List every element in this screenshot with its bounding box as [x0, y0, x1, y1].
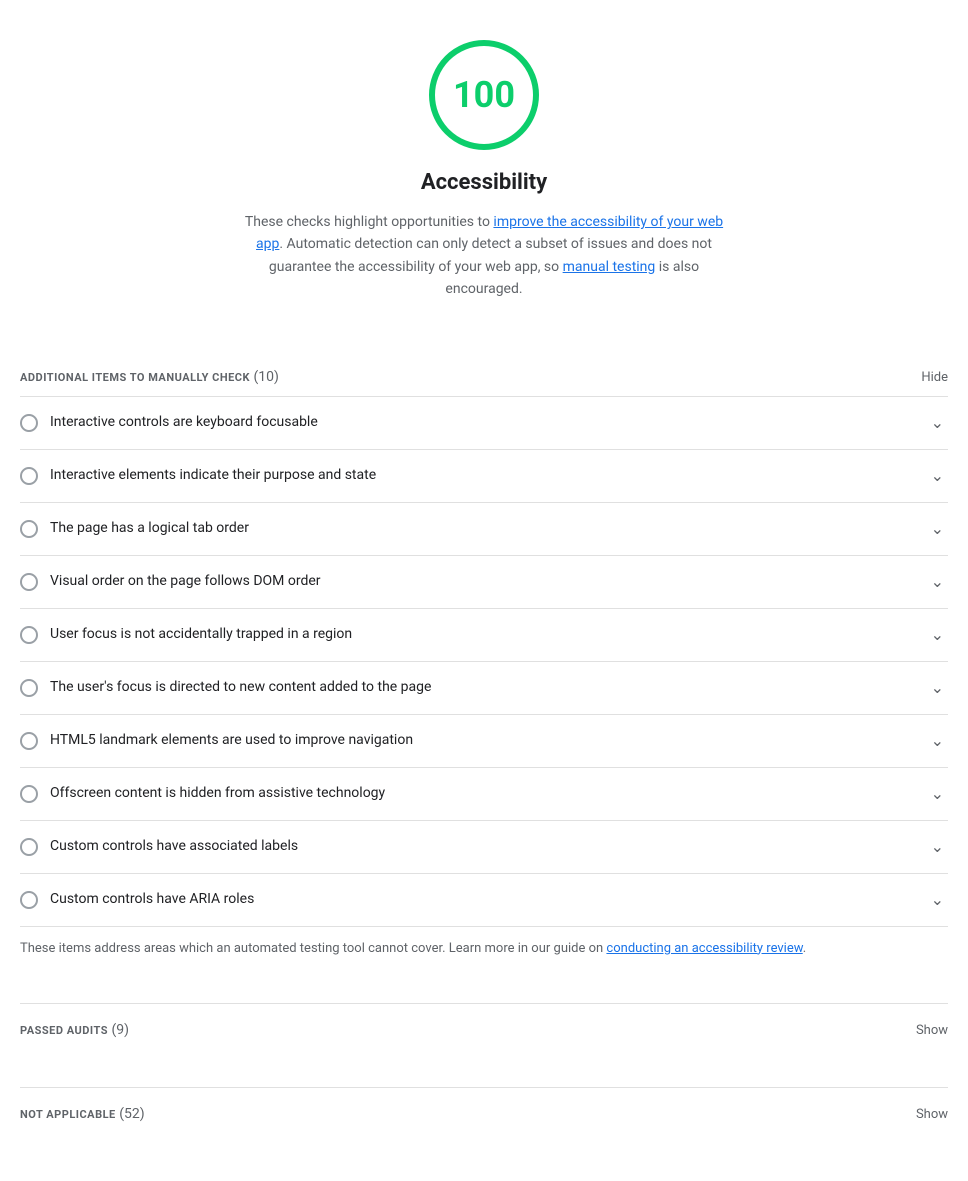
audit-status-icon [20, 414, 38, 432]
audit-item-left: Interactive controls are keyboard focusa… [20, 412, 931, 433]
manual-check-note: These items address areas which an autom… [20, 927, 948, 984]
passed-section-title: PASSED AUDITS [20, 1024, 108, 1037]
audit-status-icon [20, 679, 38, 697]
audit-item-left: Custom controls have ARIA roles [20, 889, 931, 910]
not-applicable-title: NOT APPLICABLE [20, 1108, 116, 1121]
description-prefix: These checks highlight opportunities to [245, 214, 494, 230]
chevron-down-icon: ⌄ [931, 517, 944, 541]
manual-testing-link[interactable]: manual testing [563, 259, 656, 275]
audit-status-icon [20, 520, 38, 538]
audit-item-left: The user's focus is directed to new cont… [20, 677, 931, 698]
score-value: 100 [453, 68, 515, 122]
audit-item-left: Interactive elements indicate their purp… [20, 465, 931, 486]
audit-item[interactable]: Offscreen content is hidden from assisti… [20, 768, 948, 821]
not-applicable-toggle[interactable]: Show [916, 1107, 948, 1122]
passed-audits-section-header: PASSED AUDITS (9) Show [20, 1003, 948, 1057]
audit-item[interactable]: User focus is not accidentally trapped i… [20, 609, 948, 662]
passed-section-toggle[interactable]: Show [916, 1023, 948, 1038]
audit-item-label: HTML5 landmark elements are used to impr… [50, 730, 413, 751]
manual-note-prefix: These items address areas which an autom… [20, 941, 606, 956]
passed-section-count: (9) [111, 1022, 129, 1038]
score-description: These checks highlight opportunities to … [234, 211, 734, 301]
accessibility-review-link[interactable]: conducting an accessibility review [606, 941, 802, 956]
chevron-down-icon: ⌄ [931, 888, 944, 912]
passed-section-title-group: PASSED AUDITS (9) [20, 1020, 129, 1041]
audit-item-left: Visual order on the page follows DOM ord… [20, 571, 931, 592]
audit-status-icon [20, 467, 38, 485]
audit-item-label: Offscreen content is hidden from assisti… [50, 783, 385, 804]
score-title: Accessibility [421, 166, 547, 199]
audit-item-label: User focus is not accidentally trapped i… [50, 624, 352, 645]
audit-item-left: Custom controls have associated labels [20, 836, 931, 857]
chevron-down-icon: ⌄ [931, 676, 944, 700]
chevron-down-icon: ⌄ [931, 464, 944, 488]
audit-item[interactable]: Custom controls have associated labels ⌄ [20, 821, 948, 874]
chevron-down-icon: ⌄ [931, 623, 944, 647]
audit-item[interactable]: The page has a logical tab order ⌄ [20, 503, 948, 556]
score-circle: 100 [429, 40, 539, 150]
manual-check-section-header: ADDITIONAL ITEMS TO MANUALLY CHECK (10) … [20, 351, 948, 396]
audit-item-label: Visual order on the page follows DOM ord… [50, 571, 321, 592]
audit-status-icon [20, 891, 38, 909]
audit-item-left: User focus is not accidentally trapped i… [20, 624, 931, 645]
not-applicable-section-header: NOT APPLICABLE (52) Show [20, 1087, 948, 1141]
audit-item[interactable]: Visual order on the page follows DOM ord… [20, 556, 948, 609]
audit-status-icon [20, 838, 38, 856]
audit-item-label: The user's focus is directed to new cont… [50, 677, 431, 698]
chevron-down-icon: ⌄ [931, 411, 944, 435]
audit-item[interactable]: The user's focus is directed to new cont… [20, 662, 948, 715]
audit-item[interactable]: Interactive controls are keyboard focusa… [20, 397, 948, 450]
audit-item-label: Custom controls have associated labels [50, 836, 298, 857]
audit-status-icon [20, 573, 38, 591]
not-applicable-title-group: NOT APPLICABLE (52) [20, 1104, 145, 1125]
manual-section-toggle[interactable]: Hide [921, 370, 948, 385]
audit-item-left: HTML5 landmark elements are used to impr… [20, 730, 931, 751]
audit-item[interactable]: HTML5 landmark elements are used to impr… [20, 715, 948, 768]
chevron-down-icon: ⌄ [931, 570, 944, 594]
audit-status-icon [20, 732, 38, 750]
audit-status-icon [20, 785, 38, 803]
audit-status-icon [20, 626, 38, 644]
audit-item[interactable]: Custom controls have ARIA roles ⌄ [20, 874, 948, 927]
chevron-down-icon: ⌄ [931, 782, 944, 806]
manual-note-suffix: . [803, 941, 806, 956]
audit-list: Interactive controls are keyboard focusa… [20, 396, 948, 927]
audit-item-label: Interactive elements indicate their purp… [50, 465, 376, 486]
audit-item-label: Interactive controls are keyboard focusa… [50, 412, 318, 433]
chevron-down-icon: ⌄ [931, 835, 944, 859]
not-applicable-count: (52) [119, 1106, 144, 1122]
audit-item-left: Offscreen content is hidden from assisti… [20, 783, 931, 804]
score-section: 100 Accessibility These checks highlight… [20, 0, 948, 321]
audit-item-label: The page has a logical tab order [50, 518, 249, 539]
audit-item-label: Custom controls have ARIA roles [50, 889, 254, 910]
chevron-down-icon: ⌄ [931, 729, 944, 753]
manual-section-count: (10) [253, 369, 278, 385]
manual-section-title: ADDITIONAL ITEMS TO MANUALLY CHECK (10) [20, 367, 279, 388]
manual-section-title-text: ADDITIONAL ITEMS TO MANUALLY CHECK [20, 371, 250, 384]
audit-item-left: The page has a logical tab order [20, 518, 931, 539]
audit-item[interactable]: Interactive elements indicate their purp… [20, 450, 948, 503]
